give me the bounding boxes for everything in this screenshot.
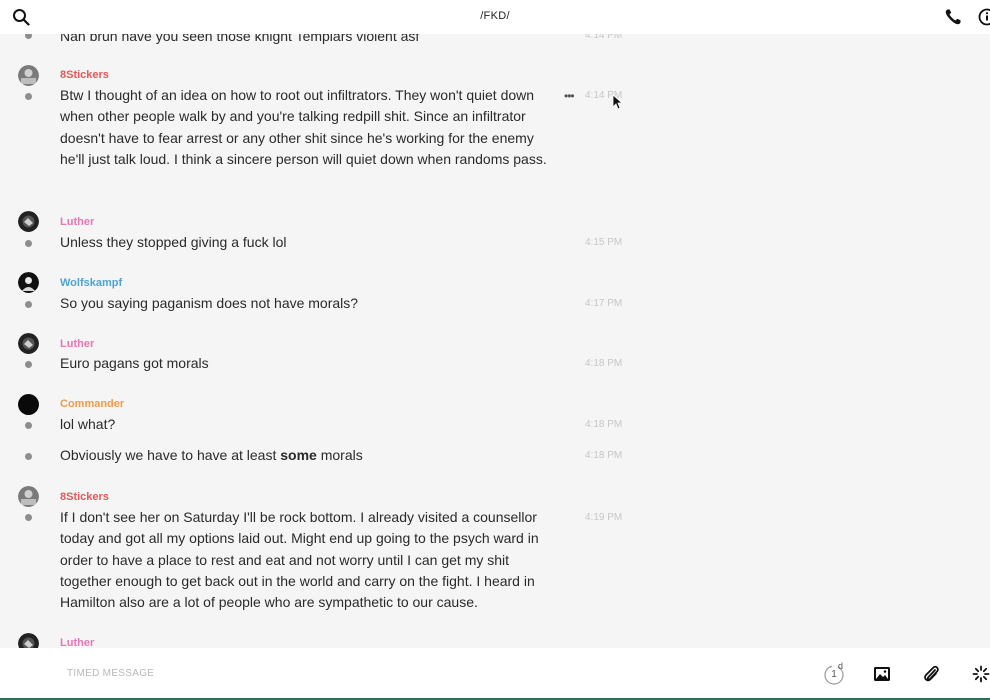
message-text: lol what? (60, 416, 116, 432)
message-text: So you saying paganism does not have mor… (60, 295, 359, 311)
top-bar: /FKD/ (0, 0, 990, 34)
avatar[interactable] (18, 394, 39, 415)
timer-unit: d (838, 661, 844, 671)
mouse-cursor-icon (612, 94, 622, 110)
message-text-part: morals (316, 447, 363, 463)
sender-name[interactable]: Luther (60, 216, 94, 228)
avatar[interactable] (18, 211, 39, 232)
message-list[interactable]: Nah bruh have you seen those knight Temp… (0, 0, 990, 648)
sparkle-icon[interactable] (972, 665, 990, 683)
message-time: 4:17 PM (585, 298, 623, 309)
message-text: Euro pagans got morals (60, 355, 209, 371)
status-dot (25, 361, 32, 368)
avatar[interactable] (18, 633, 39, 648)
message-time: 4:19 PM (585, 512, 623, 523)
message-text: Unless they stopped giving a fuck lol (60, 234, 287, 250)
message-text: Obviously we have to have at least some … (60, 445, 560, 466)
message-text: If I don't see her on Saturday I'll be r… (60, 509, 539, 611)
conversation-title: /FKD/ (480, 10, 510, 22)
status-dot (25, 422, 32, 429)
status-dot (25, 453, 32, 460)
more-icon[interactable]: ••• (564, 89, 575, 103)
message-text-part: Obviously we have to have at least (60, 447, 281, 463)
sender-name[interactable]: Commander (60, 398, 124, 410)
message-text: Btw I thought of an idea on how to root … (60, 87, 547, 167)
message-time: 4:18 PM (585, 450, 623, 461)
paperclip-icon[interactable] (922, 664, 940, 684)
message-time: 4:18 PM (585, 419, 623, 430)
status-dot (25, 240, 32, 247)
message-time: 4:18 PM (585, 358, 623, 369)
info-icon[interactable] (978, 8, 990, 26)
chat-window: Nah bruh have you seen those knight Temp… (0, 0, 990, 700)
sender-name[interactable]: 8Stickers (60, 491, 109, 503)
sender-name[interactable]: Luther (60, 338, 94, 350)
image-icon[interactable] (873, 665, 891, 683)
avatar[interactable] (18, 486, 39, 507)
sender-name[interactable]: 8Stickers (60, 69, 109, 81)
message-time: 4:15 PM (585, 237, 623, 248)
message-input[interactable]: TIMED MESSAGE (67, 668, 154, 679)
avatar[interactable] (18, 272, 39, 293)
sender-name[interactable]: Luther (60, 637, 94, 648)
composer-bar: TIMED MESSAGE 1 d (0, 648, 990, 698)
status-dot (25, 514, 32, 521)
status-dot (25, 93, 32, 100)
sender-name[interactable]: Wolfskampf (60, 277, 122, 289)
avatar[interactable] (18, 65, 39, 86)
status-dot (25, 301, 32, 308)
avatar[interactable] (18, 333, 39, 354)
phone-icon[interactable] (944, 8, 962, 26)
message-text-bold: some (280, 447, 317, 463)
